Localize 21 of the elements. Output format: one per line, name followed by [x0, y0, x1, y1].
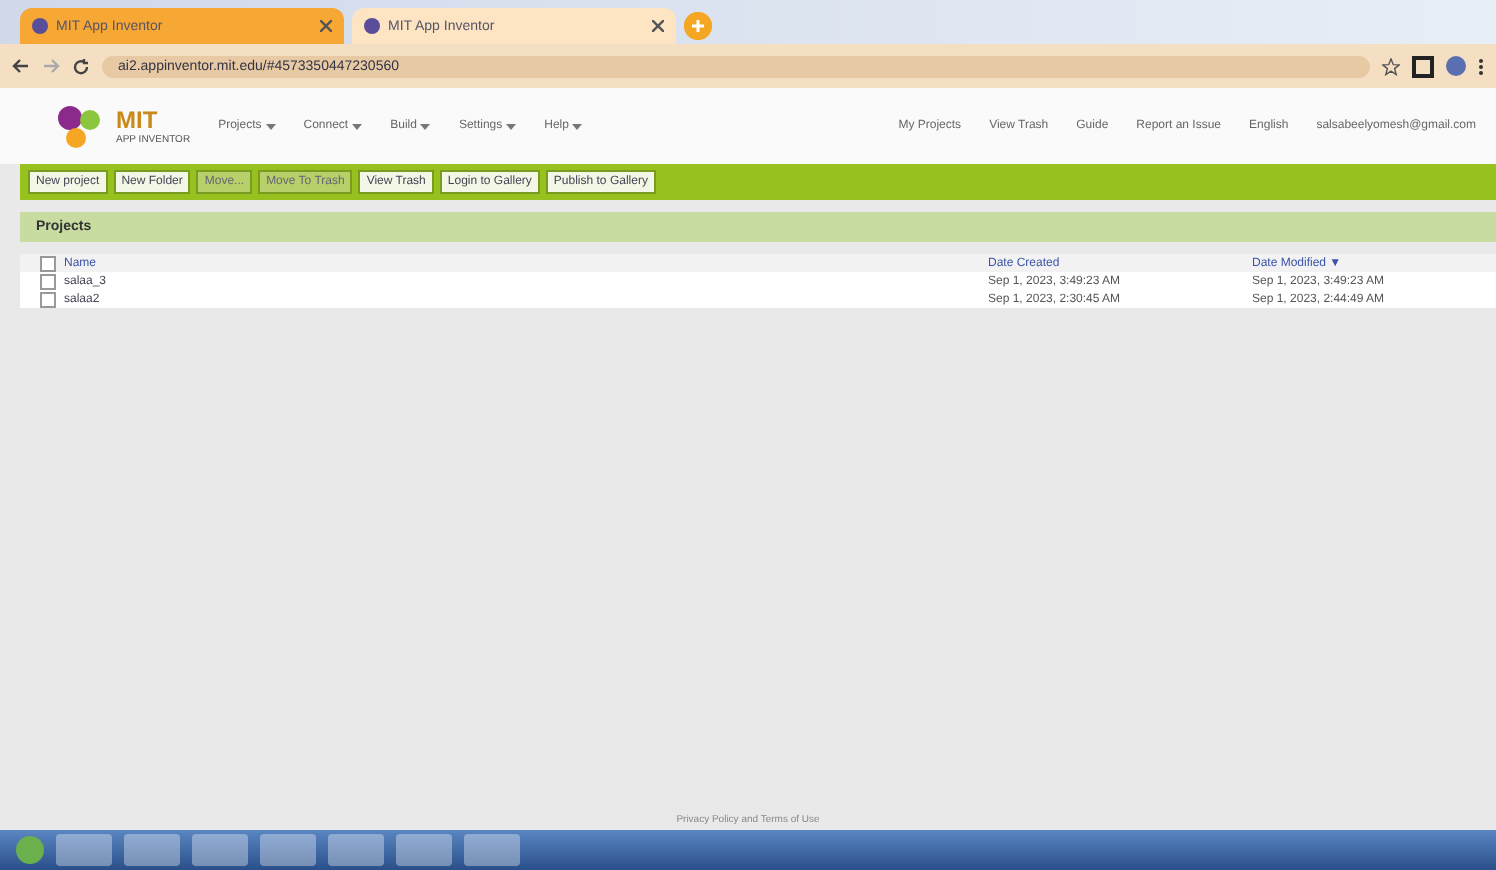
- star-icon[interactable]: [1382, 57, 1400, 75]
- new-tab-button[interactable]: [684, 12, 712, 40]
- back-icon[interactable]: [12, 58, 30, 74]
- caret-icon: [420, 123, 431, 129]
- forward-icon[interactable]: [42, 58, 60, 74]
- checkbox[interactable]: [40, 255, 56, 271]
- checkbox[interactable]: [40, 291, 56, 307]
- start-icon[interactable]: [16, 836, 44, 864]
- caret-icon: [506, 123, 517, 129]
- close-icon[interactable]: [652, 20, 664, 32]
- favicon-icon: [32, 18, 48, 34]
- logo-title: MIT: [116, 106, 160, 134]
- checkbox[interactable]: [40, 273, 56, 289]
- caret-icon: [572, 123, 583, 129]
- close-icon[interactable]: [320, 20, 332, 32]
- caret-icon: [265, 123, 276, 129]
- avatar-icon[interactable]: [1446, 56, 1466, 76]
- caret-icon: [352, 123, 363, 129]
- reload-icon[interactable]: [72, 57, 90, 75]
- menu-icon[interactable]: [1478, 57, 1484, 75]
- favicon-icon: [364, 18, 380, 34]
